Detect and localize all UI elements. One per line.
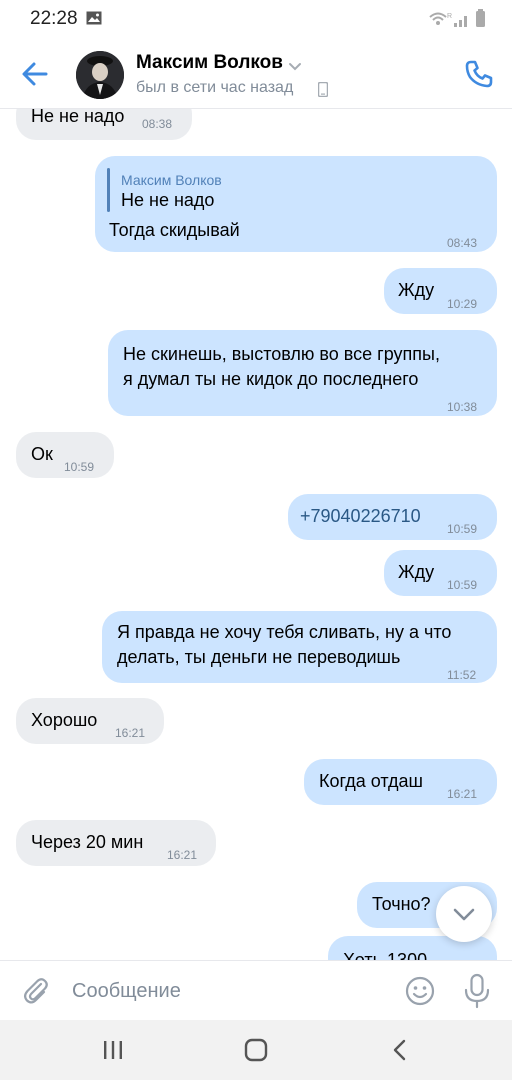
- message-incoming[interactable]: Через 20 мин 16:21: [16, 820, 216, 866]
- svg-text:R: R: [447, 13, 452, 20]
- message-outgoing[interactable]: +79040226710 10:59: [288, 494, 497, 540]
- home-icon[interactable]: [243, 1038, 269, 1062]
- message-text: Жду: [398, 280, 435, 300]
- avatar[interactable]: [76, 51, 124, 99]
- message-composer: [0, 960, 512, 1021]
- message-text: Жду: [398, 562, 435, 582]
- message-outgoing[interactable]: Я правда не хочу тебя сливать, ну а что …: [102, 611, 497, 683]
- back-icon[interactable]: [387, 1038, 413, 1062]
- message-input[interactable]: [72, 975, 382, 1007]
- phone-number-link[interactable]: +79040226710: [300, 504, 421, 529]
- reply-quote-bar: [107, 168, 110, 212]
- message-text: Тогда скидывай: [109, 220, 240, 240]
- status-indicators-icon: R: [429, 9, 485, 27]
- status-bar: 22:28 R: [0, 0, 512, 38]
- microphone-icon[interactable]: [462, 973, 492, 1009]
- message-text: Не не надо: [31, 108, 125, 126]
- message-incoming[interactable]: Хорошо 16:21: [16, 698, 164, 744]
- message-time: 10:38: [447, 400, 478, 414]
- back-arrow-icon[interactable]: [18, 57, 52, 91]
- message-time: 08:38: [142, 117, 173, 131]
- chevron-down-icon: [453, 908, 475, 921]
- recent-apps-icon[interactable]: [100, 1038, 126, 1062]
- reply-text: Не не надо: [121, 190, 215, 210]
- phone-icon[interactable]: [462, 57, 496, 91]
- status-time: 22:28: [30, 8, 78, 29]
- message-time: 16:21: [447, 787, 478, 801]
- message-outgoing[interactable]: Не скинешь, выстовлю во все группы, я ду…: [108, 330, 497, 416]
- message-text: Когда отдаш: [319, 771, 423, 791]
- message-time: 10:59: [447, 578, 478, 592]
- chat-screen: 22:28 R Максим Волков был в сети час наз…: [0, 0, 512, 1080]
- message-text: Ок: [31, 444, 53, 464]
- message-time: 16:21: [167, 848, 198, 862]
- message-list[interactable]: Не не надо 08:38 Максим Волков Не не над…: [0, 108, 512, 960]
- contact-name[interactable]: Максим Волков: [136, 52, 283, 74]
- message-incoming[interactable]: Ок 10:59: [16, 432, 114, 478]
- message-text: Через 20 мин: [31, 832, 144, 852]
- message-text: Не скинешь, выстовлю во все группы, я ду…: [123, 344, 440, 389]
- message-outgoing[interactable]: Жду 10:29: [384, 268, 497, 314]
- message-outgoing[interactable]: Когда отдаш 16:21: [304, 759, 497, 805]
- mobile-device-icon: [318, 82, 328, 97]
- message-time: 10:59: [64, 460, 95, 474]
- message-time: 08:43: [447, 236, 478, 250]
- message-time: 16:21: [115, 726, 146, 740]
- message-outgoing[interactable]: Жду 10:59: [384, 550, 497, 596]
- message-text: Точно?: [372, 894, 431, 914]
- paperclip-icon[interactable]: [20, 975, 52, 1007]
- chat-header: Максим Волков был в сети час назад: [0, 38, 512, 109]
- message-time: 10:29: [447, 297, 478, 311]
- contact-status: был в сети час назад: [136, 79, 294, 96]
- message-outgoing-reply[interactable]: Максим Волков Не не надо Тогда скидывай …: [95, 156, 497, 252]
- system-navigation-bar: [0, 1020, 512, 1080]
- scroll-down-button[interactable]: [436, 886, 492, 942]
- smile-icon[interactable]: [404, 975, 436, 1007]
- message-text: Хорошо: [31, 710, 98, 730]
- avatar-image: [76, 51, 124, 99]
- message-incoming[interactable]: Не не надо 08:38: [16, 108, 192, 140]
- gallery-notification-icon: [86, 11, 102, 25]
- message-time: 10:59: [447, 522, 478, 536]
- chevron-down-icon[interactable]: [287, 60, 303, 72]
- message-text: Я правда не хочу тебя сливать, ну а что …: [117, 622, 452, 667]
- message-time: 11:52: [447, 668, 477, 682]
- message-text: Хоть 1300: [343, 950, 428, 960]
